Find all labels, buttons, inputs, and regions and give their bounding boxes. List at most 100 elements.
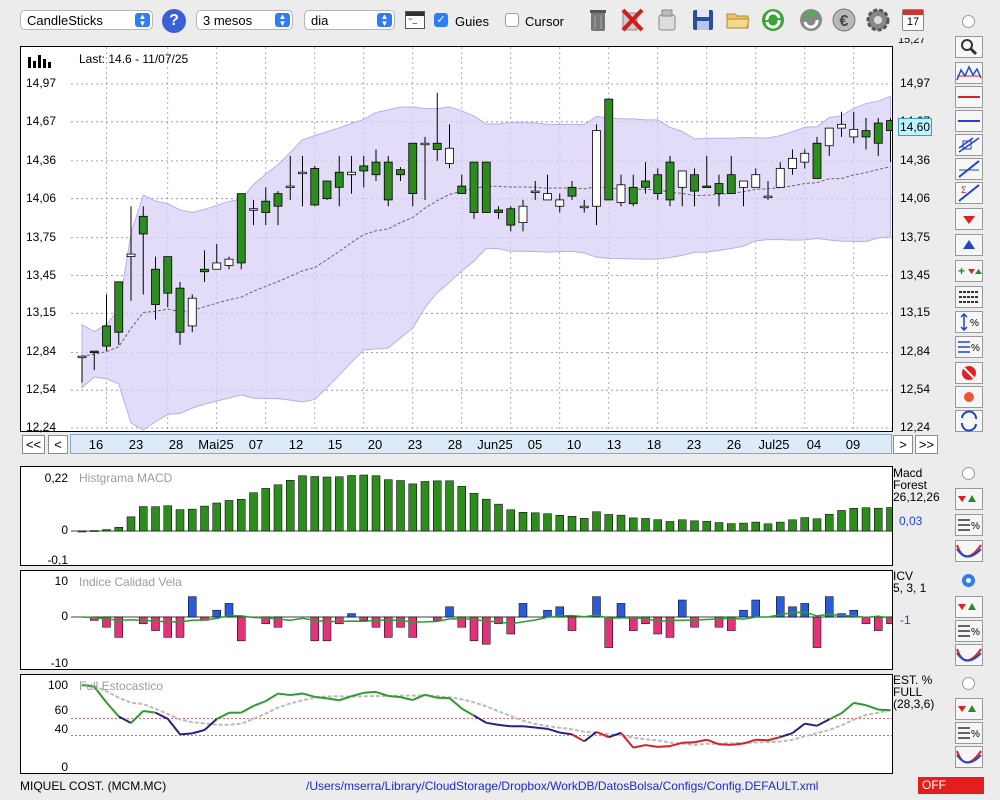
sync-icon[interactable] bbox=[798, 7, 824, 33]
icv-panel[interactable]: Indice Calidad Vela bbox=[20, 570, 893, 670]
lines-icon[interactable] bbox=[955, 286, 983, 308]
oscillator-icon[interactable] bbox=[955, 540, 983, 562]
macd-bar bbox=[200, 505, 209, 532]
horizontal-line-red-icon[interactable] bbox=[955, 86, 983, 108]
calendar-icon[interactable]: 17 bbox=[902, 9, 924, 31]
price-ytick-right: 12,24 bbox=[900, 420, 931, 434]
arrow-down-red-icon[interactable] bbox=[955, 208, 983, 230]
macd-bar bbox=[763, 523, 773, 532]
levels-percent-icon[interactable]: % bbox=[955, 722, 983, 744]
horizontal-line-blue-icon[interactable] bbox=[955, 110, 983, 132]
price-ytick-right: 14,36 bbox=[900, 152, 931, 167]
top-axis-label: 15,27 bbox=[898, 38, 926, 46]
chevron-updown-icon: ▲ ▼ bbox=[135, 13, 150, 28]
macd-panel[interactable]: Histgrama MACD bbox=[20, 466, 893, 566]
refresh-icon[interactable] bbox=[760, 7, 786, 33]
scale-percent-icon[interactable]: % bbox=[955, 311, 983, 333]
price-ytick-left: 12,84 bbox=[25, 344, 56, 359]
x-tick-label: 05 bbox=[527, 437, 543, 452]
icv-bar bbox=[678, 599, 687, 618]
calendar-day: 17 bbox=[906, 16, 920, 28]
price-panel-radio[interactable] bbox=[962, 15, 975, 28]
macd-bar bbox=[384, 479, 393, 532]
trash-icon[interactable] bbox=[585, 7, 611, 33]
icv-bar bbox=[739, 609, 748, 618]
oscillator-icon[interactable] bbox=[955, 644, 983, 666]
gear-icon[interactable] bbox=[865, 7, 891, 33]
stop-icon[interactable] bbox=[955, 362, 983, 384]
regression-icon[interactable]: Σ bbox=[955, 182, 983, 204]
stoch-k-segment bbox=[253, 700, 267, 707]
levels-percent-icon[interactable]: % bbox=[955, 514, 983, 536]
price-ytick-left: 12,24 bbox=[25, 420, 56, 434]
terminal-icon[interactable]: ~_ bbox=[405, 11, 425, 29]
delete-icon[interactable] bbox=[619, 7, 645, 33]
candle-body bbox=[849, 128, 859, 138]
scroll-first-button[interactable]: << bbox=[22, 435, 45, 454]
candle-body bbox=[579, 205, 589, 209]
arrow-up-blue-icon[interactable] bbox=[955, 234, 983, 256]
macd-bar bbox=[420, 481, 430, 532]
x-tick-label: 26 bbox=[726, 437, 742, 452]
stoch-panel-radio[interactable] bbox=[962, 677, 975, 690]
icv-panel-radio[interactable] bbox=[962, 574, 975, 587]
cursor-checkbox[interactable] bbox=[505, 13, 519, 27]
x-tick-label: 12 bbox=[288, 437, 304, 452]
macd-panel-radio[interactable] bbox=[962, 467, 975, 480]
oscillator-icon[interactable] bbox=[955, 746, 983, 768]
fibonacci-percent-icon[interactable]: % bbox=[955, 336, 983, 358]
levels-percent-icon[interactable]: % bbox=[955, 620, 983, 642]
chart-overlay-icon[interactable] bbox=[955, 62, 983, 84]
price-chart-canvas[interactable] bbox=[21, 47, 892, 431]
x-tick-label: 23 bbox=[686, 437, 702, 452]
scroll-prev-button[interactable]: < bbox=[48, 435, 68, 454]
record-icon[interactable] bbox=[955, 386, 983, 408]
current-price-badge: 14,60 bbox=[898, 118, 932, 136]
signals-icon[interactable] bbox=[955, 698, 983, 720]
candle-body bbox=[739, 180, 748, 188]
candle-body bbox=[187, 297, 197, 327]
save-icon[interactable] bbox=[690, 7, 716, 33]
candle-body bbox=[665, 161, 675, 201]
candle-body bbox=[506, 208, 516, 226]
candle-body bbox=[690, 174, 699, 192]
zoom-icon[interactable] bbox=[955, 36, 983, 58]
candle-body bbox=[236, 193, 246, 264]
price-ytick-right: 13,75 bbox=[900, 229, 931, 244]
folder-icon[interactable] bbox=[725, 7, 751, 33]
macd-bar bbox=[163, 505, 172, 532]
bar-chart-icon[interactable] bbox=[27, 53, 57, 69]
add-signals-icon[interactable]: + bbox=[955, 260, 983, 282]
icv-bar bbox=[751, 599, 760, 618]
candle-body bbox=[334, 171, 344, 188]
macd-bar bbox=[592, 511, 601, 532]
chart-type-select[interactable]: CandleSticks ▲ ▼ bbox=[20, 10, 153, 30]
signals-icon[interactable] bbox=[955, 596, 983, 618]
price-panel[interactable]: Last: 14.6 - 11/07/25 bbox=[20, 46, 893, 432]
svg-text:%: % bbox=[970, 318, 979, 329]
stoch-k-segment bbox=[535, 726, 548, 730]
macd-bar bbox=[126, 516, 136, 532]
clean-icon[interactable] bbox=[654, 7, 680, 33]
interval-value: dia bbox=[311, 13, 329, 28]
period-select[interactable]: 3 mesos ▲ ▼ bbox=[196, 10, 293, 30]
macd-bar bbox=[727, 523, 736, 532]
euro-icon[interactable]: € bbox=[831, 7, 857, 33]
guides-checkbox[interactable]: ✓ bbox=[434, 13, 448, 27]
swap-icon[interactable] bbox=[955, 410, 983, 432]
stoch-panel[interactable]: Full Estocastico bbox=[20, 674, 893, 774]
macd-bar bbox=[518, 512, 528, 532]
scroll-last-button[interactable]: >> bbox=[915, 435, 938, 454]
config-path-link[interactable]: /Users/mserra/Library/CloudStorage/Dropb… bbox=[306, 779, 818, 793]
off-status-button[interactable]: OFF bbox=[918, 777, 984, 794]
trendline-icon[interactable] bbox=[955, 158, 983, 180]
candle-body bbox=[763, 195, 773, 199]
price-ytick-right: 13,15 bbox=[900, 305, 931, 320]
stoch-ytick: 100 bbox=[47, 678, 68, 692]
help-icon[interactable]: ? bbox=[162, 9, 186, 33]
channel-icon[interactable] bbox=[955, 134, 983, 156]
scroll-next-button[interactable]: > bbox=[893, 435, 913, 454]
interval-select[interactable]: dia ▲ ▼ bbox=[304, 10, 395, 30]
macd-bar bbox=[433, 480, 442, 532]
signals-icon[interactable] bbox=[955, 488, 983, 510]
